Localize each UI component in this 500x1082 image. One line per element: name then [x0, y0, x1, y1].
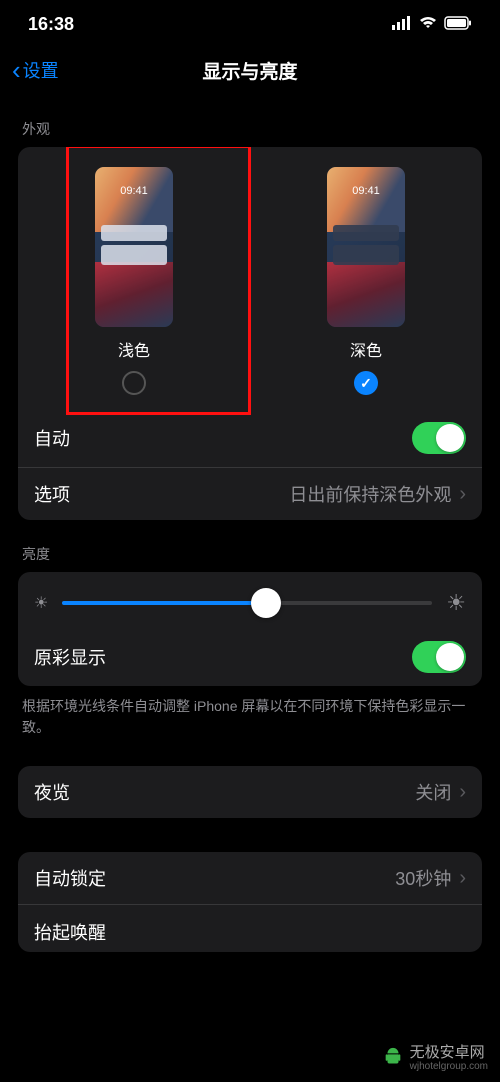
brightness-card: ☀ ☀ 原彩显示: [18, 572, 482, 686]
dark-label: 深色: [350, 337, 382, 361]
watermark-text: 无极安卓网: [410, 1045, 488, 1062]
raise-to-wake-row: 抬起唤醒: [18, 904, 482, 952]
preview-time: 09:41: [95, 185, 173, 197]
auto-appearance-row: 自动: [18, 409, 482, 467]
night-shift-label: 夜览: [34, 779, 70, 805]
nav-bar: ‹ 设置 显示与亮度: [0, 45, 500, 95]
chevron-right-icon: ›: [459, 483, 466, 506]
chevron-right-icon: ›: [459, 781, 466, 804]
light-radio[interactable]: [122, 371, 146, 395]
sun-small-icon: ☀: [34, 593, 48, 613]
brightness-slider-row: ☀ ☀: [18, 572, 482, 628]
night-shift-value: 关闭: [415, 779, 451, 805]
cellular-icon: [392, 14, 412, 35]
night-shift-card: 夜览 关闭 ›: [18, 766, 482, 818]
auto-toggle[interactable]: [412, 422, 466, 454]
options-label: 选项: [34, 481, 70, 507]
chevron-right-icon: ›: [459, 867, 466, 890]
auto-lock-value: 30秒钟: [395, 865, 451, 891]
status-time: 16:38: [28, 14, 74, 35]
chevron-left-icon: ‹: [12, 57, 21, 83]
page-title: 显示与亮度: [202, 57, 297, 84]
true-tone-toggle[interactable]: [412, 641, 466, 673]
status-icons: [392, 14, 472, 35]
battery-icon: [444, 14, 472, 35]
appearance-preview-dark: 09:41: [327, 167, 405, 327]
android-icon: [382, 1047, 404, 1069]
auto-lock-row[interactable]: 自动锁定 30秒钟 ›: [18, 852, 482, 904]
auto-lock-label: 自动锁定: [34, 865, 106, 891]
appearance-preview-light: 09:41: [95, 167, 173, 327]
auto-label: 自动: [34, 425, 70, 451]
preview-time: 09:41: [327, 185, 405, 197]
lock-card: 自动锁定 30秒钟 › 抬起唤醒: [18, 852, 482, 952]
true-tone-row: 原彩显示: [18, 628, 482, 686]
options-row[interactable]: 选项 日出前保持深色外观 ›: [18, 467, 482, 520]
sun-large-icon: ☀: [446, 590, 466, 616]
dark-radio[interactable]: [354, 371, 378, 395]
appearance-card: 09:41 浅色 09:41 深色 自动 选项 日出前保持深色: [18, 147, 482, 520]
true-tone-label: 原彩显示: [34, 644, 106, 670]
brightness-header: 亮度: [0, 520, 500, 572]
appearance-option-light[interactable]: 09:41 浅色: [18, 167, 250, 395]
night-shift-row[interactable]: 夜览 关闭 ›: [18, 766, 482, 818]
appearance-header: 外观: [0, 95, 500, 147]
back-button[interactable]: ‹ 设置: [12, 57, 59, 83]
back-label: 设置: [23, 57, 59, 83]
wifi-icon: [418, 14, 438, 35]
options-value: 日出前保持深色外观: [289, 481, 451, 507]
brightness-slider[interactable]: [62, 601, 432, 605]
raise-to-wake-label: 抬起唤醒: [34, 919, 106, 945]
watermark-url: wjhotelgroup.com: [410, 1061, 488, 1072]
light-label: 浅色: [118, 337, 150, 361]
true-tone-footer: 根据环境光线条件自动调整 iPhone 屏幕以在不同环境下保持色彩显示一致。: [0, 686, 500, 738]
watermark: 无极安卓网 wjhotelgroup.com: [382, 1045, 488, 1073]
status-bar: 16:38: [0, 0, 500, 45]
appearance-option-dark[interactable]: 09:41 深色: [250, 167, 482, 395]
